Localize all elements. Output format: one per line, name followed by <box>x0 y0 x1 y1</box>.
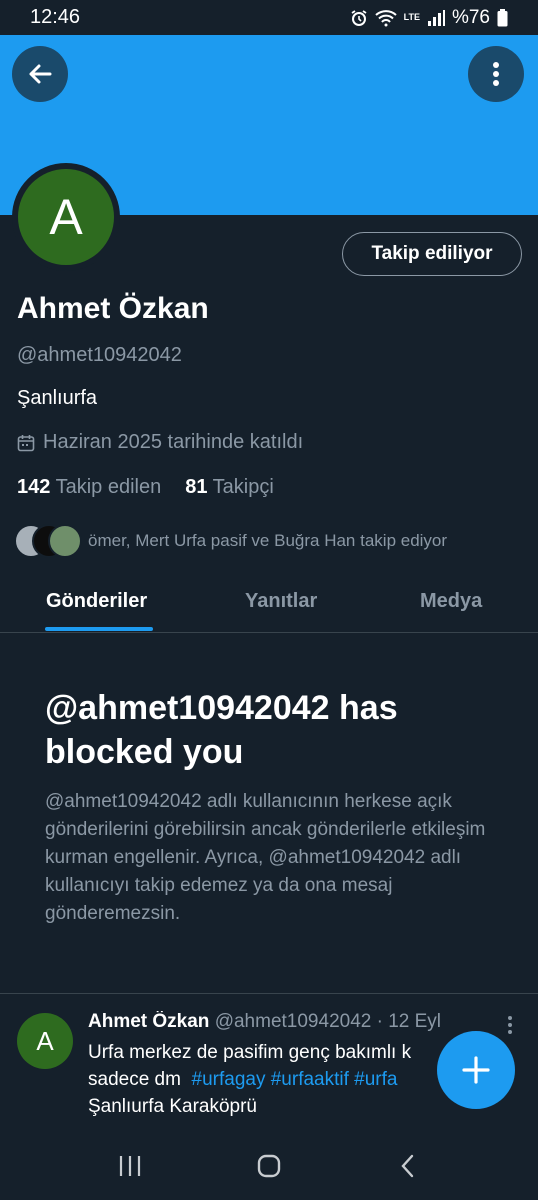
home-icon <box>257 1154 281 1178</box>
recents-button[interactable] <box>110 1146 150 1186</box>
followers-count: 81 <box>185 476 208 498</box>
profile-tabs: Gönderiler Yanıtlar Medya <box>0 576 538 633</box>
more-vertical-icon <box>493 62 499 86</box>
calendar-icon <box>17 434 35 451</box>
plus-icon <box>462 1056 490 1084</box>
joined-text: Haziran 2025 tarihinde katıldı <box>43 431 304 453</box>
battery-percent: %76 <box>451 6 490 28</box>
system-nav-bar <box>0 1132 538 1200</box>
tweet-header: Ahmet Özkan @ahmet10942042 · 12 Eyl <box>88 1011 488 1033</box>
status-time: 12:46 <box>30 6 81 28</box>
wifi-icon <box>374 9 397 26</box>
follower-avatar <box>48 524 82 558</box>
profile-location: Şanlıurfa <box>17 387 98 409</box>
blocked-description: @ahmet10942042 adlı kullanıcının herkese… <box>45 791 486 924</box>
joined-date: Haziran 2025 tarihinde katıldı <box>17 431 303 454</box>
known-followers-text: ömer, Mert Urfa pasif ve Buğra Han takip… <box>88 531 448 550</box>
tweet-text[interactable]: Urfa merkez de pasifim genç bakımlı k sa… <box>88 1039 443 1120</box>
volte-label: LTE <box>403 12 420 22</box>
more-options-button[interactable] <box>468 46 524 102</box>
active-tab-indicator <box>45 627 153 631</box>
back-arrow-icon <box>29 64 52 84</box>
divider <box>0 993 538 994</box>
more-vertical-icon <box>508 1016 512 1034</box>
tab-media[interactable]: Medya <box>420 590 482 613</box>
tweet-meta: @ahmet10942042 · 12 Eyl <box>214 1011 442 1032</box>
alarm-icon <box>351 9 367 26</box>
compose-button[interactable] <box>437 1031 515 1109</box>
status-bar: 12:46 LTE %76 <box>0 0 538 35</box>
tweet-author-name[interactable]: Ahmet Özkan <box>88 1011 209 1032</box>
following-label: Takip edilen <box>55 476 162 498</box>
profile-handle: @ahmet10942042 <box>17 344 182 366</box>
tab-replies[interactable]: Yanıtlar <box>245 590 317 613</box>
status-icons: LTE %76 <box>350 7 508 29</box>
tweet-hashtags[interactable]: #urfagay #urfaaktif #urfa <box>192 1069 398 1090</box>
recents-icon <box>119 1156 140 1176</box>
following-button[interactable]: Takip ediliyor <box>342 232 522 276</box>
home-button[interactable] <box>249 1146 289 1186</box>
tweet-line-text: sadece dm <box>88 1069 181 1090</box>
tweet-line: sadece dm #urfagay #urfaaktif #urfa <box>88 1066 443 1093</box>
blocked-title: @ahmet10942042 has blocked you <box>45 689 398 771</box>
known-followers[interactable]: ömer, Mert Urfa pasif ve Buğra Han takip… <box>14 524 447 558</box>
back-button[interactable] <box>12 46 68 102</box>
avatar: A <box>18 169 114 265</box>
tweet-line: Şanlıurfa Karaköprü <box>88 1096 257 1117</box>
display-name: Ahmet Özkan <box>17 292 209 325</box>
tweet-avatar[interactable]: A <box>17 1013 73 1069</box>
followers-label: Takipçi <box>212 476 274 498</box>
known-followers-avatars <box>14 524 82 558</box>
nav-back-icon <box>401 1154 414 1178</box>
profile-avatar-frame[interactable]: A <box>12 163 120 271</box>
nav-back-button[interactable] <box>388 1146 428 1186</box>
following-stat[interactable]: 142 Takip edilen <box>17 476 161 499</box>
following-count: 142 <box>17 476 51 498</box>
tab-posts[interactable]: Gönderiler <box>46 590 147 613</box>
tweet-more-button[interactable] <box>500 1014 520 1036</box>
signal-icon <box>427 9 445 26</box>
profile-stats: 142 Takip edilen 81 Takipçi <box>17 476 274 499</box>
tweet-line: Urfa merkez de pasifim genç bakımlı k <box>88 1042 412 1063</box>
followers-stat[interactable]: 81 Takipçi <box>185 476 274 499</box>
battery-icon <box>497 8 508 26</box>
